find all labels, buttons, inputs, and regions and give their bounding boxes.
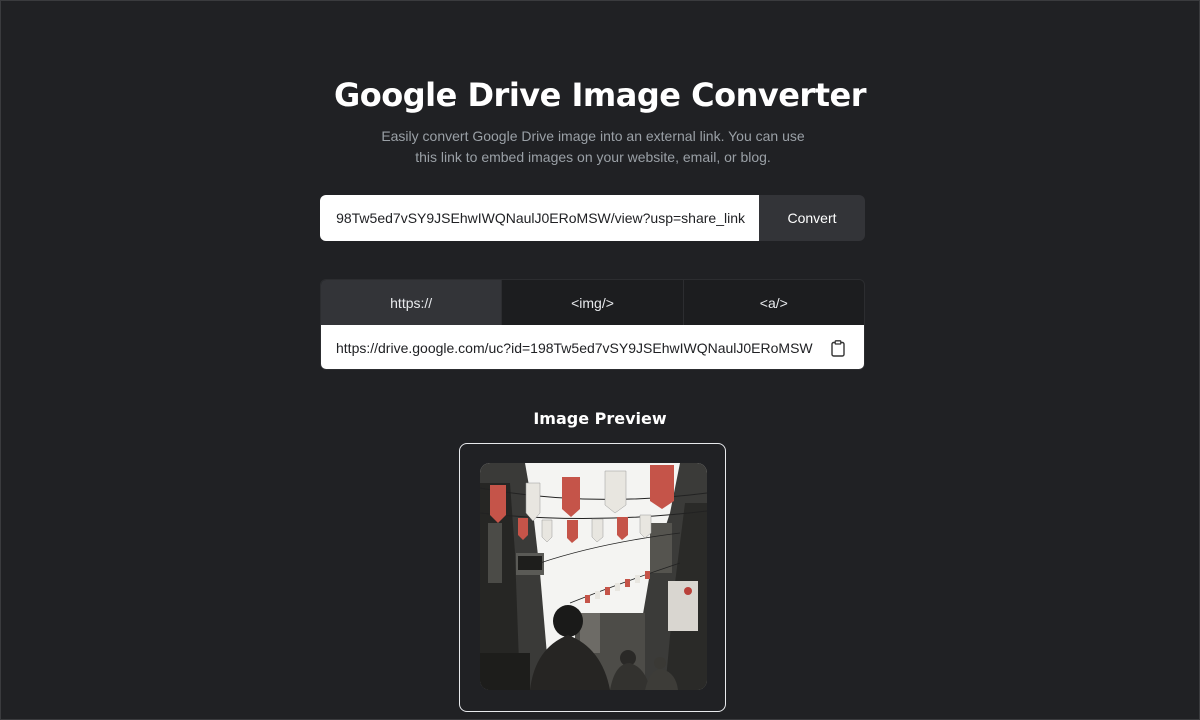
- page-subtitle: Easily convert Google Drive image into a…: [381, 128, 805, 165]
- tab-https[interactable]: https://: [321, 280, 503, 325]
- format-tabs: https:// <img/> <a/>: [321, 280, 864, 325]
- clipboard-icon[interactable]: [828, 338, 848, 358]
- convert-form: Convert: [320, 195, 865, 241]
- image-preview-box: [459, 443, 726, 712]
- page-title: Google Drive Image Converter: [334, 76, 866, 114]
- output-card: https:// <img/> <a/> https://drive.googl…: [320, 279, 865, 370]
- preview-image: [480, 463, 707, 690]
- result-row: https://drive.google.com/uc?id=198Tw5ed7…: [321, 325, 864, 369]
- tab-img[interactable]: <img/>: [502, 280, 684, 325]
- convert-button[interactable]: Convert: [759, 195, 865, 241]
- result-link[interactable]: https://drive.google.com/uc?id=198Tw5ed7…: [336, 340, 828, 356]
- tab-anchor[interactable]: <a/>: [684, 280, 864, 325]
- preview-heading: Image Preview: [533, 409, 667, 428]
- drive-url-input[interactable]: [320, 195, 759, 241]
